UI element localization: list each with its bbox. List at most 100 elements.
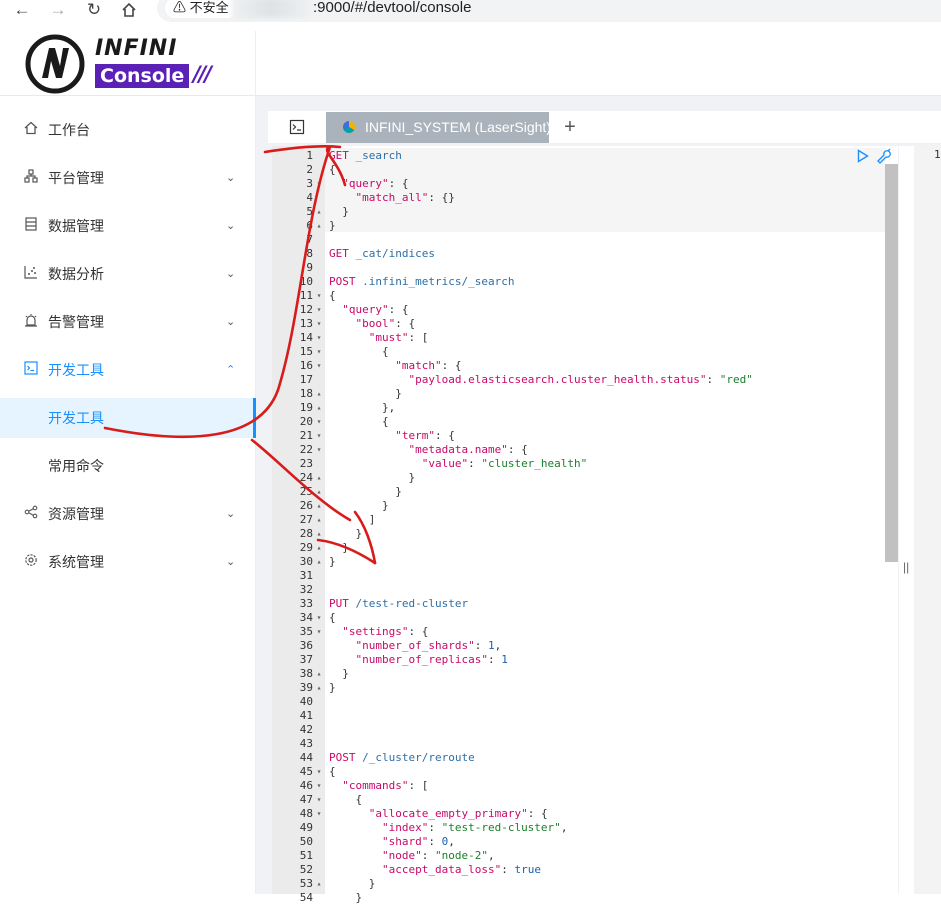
fold-toggle-icon[interactable]: ▾	[314, 331, 324, 345]
code-line[interactable]: 39 ▴}	[272, 681, 882, 695]
fold-toggle-icon[interactable]: ▾	[314, 303, 324, 317]
code-line[interactable]: 31	[272, 569, 882, 583]
fold-toggle-icon[interactable]: ▾	[314, 177, 324, 191]
code-line[interactable]: 47 ▾ {	[272, 793, 882, 807]
code-line[interactable]: 5 ▴ }	[272, 205, 882, 219]
back-arrow-icon[interactable]: ←	[12, 0, 32, 20]
fold-toggle-icon[interactable]: ▴	[314, 541, 324, 555]
code-line[interactable]: 50 "shard": 0,	[272, 835, 882, 849]
code-line[interactable]: 33 PUT /test-red-cluster	[272, 597, 882, 611]
fold-toggle-icon[interactable]: ▴	[314, 387, 324, 401]
pane-splitter[interactable]	[899, 146, 914, 894]
code-line[interactable]: 23 "value": "cluster_health"	[272, 457, 882, 471]
code-line[interactable]: 8 GET _cat/indices	[272, 247, 882, 261]
code-line[interactable]: 35 ▾ "settings": {	[272, 625, 882, 639]
fold-toggle-icon[interactable]: ▴	[314, 401, 324, 415]
sidebar-item-analysis[interactable]: 数据分析 ⌄	[0, 250, 255, 298]
sidebar-item-devtools[interactable]: 开发工具 ⌃	[0, 346, 255, 394]
code-line[interactable]: 40	[272, 695, 882, 709]
sidebar-item-system[interactable]: 系统管理 ⌄	[0, 538, 255, 586]
code-line[interactable]: 13 ▾ "bool": {	[272, 317, 882, 331]
code-line[interactable]: 34 ▾ {	[272, 611, 882, 625]
fold-toggle-icon[interactable]: ▾	[314, 779, 324, 793]
fold-toggle-icon[interactable]: ▾	[314, 359, 324, 373]
sidebar-subitem-devtools[interactable]: 开发工具	[0, 398, 256, 438]
code-line[interactable]: 53 ▴ }	[272, 877, 882, 891]
fold-toggle-icon[interactable]: ▾	[314, 345, 324, 359]
code-line[interactable]: 20 ▾ {	[272, 415, 882, 429]
fold-toggle-icon[interactable]: ▾	[314, 429, 324, 443]
code-line[interactable]: 3 ▾ "query": {	[272, 177, 882, 191]
code-line[interactable]: 45 ▾ {	[272, 765, 882, 779]
code-line[interactable]: 41	[272, 709, 882, 723]
code-line[interactable]: 21 ▾ "term": {	[272, 429, 882, 443]
fold-toggle-icon[interactable]: ▴	[314, 667, 324, 681]
code-line[interactable]: 44 POST /_cluster/reroute	[272, 751, 882, 765]
code-line[interactable]: 26 ▴ }	[272, 499, 882, 513]
code-line[interactable]: 43	[272, 737, 882, 751]
fold-toggle-icon[interactable]: ▾	[314, 625, 324, 639]
code-line[interactable]: 15 ▾ {	[272, 345, 882, 359]
logo[interactable]: INFINI Console ///	[0, 31, 256, 95]
code-line[interactable]: 38 ▴ }	[272, 667, 882, 681]
splitter-handle[interactable]: ||	[903, 560, 909, 574]
code-line[interactable]: 16 ▾ "match": {	[272, 359, 882, 373]
code-line[interactable]: 28 ▴ }	[272, 527, 882, 541]
console-icon[interactable]	[285, 115, 309, 139]
code-line[interactable]: 11 ▾ {	[272, 289, 882, 303]
play-icon[interactable]	[857, 149, 871, 163]
sidebar-item-resources[interactable]: 资源管理 ⌄	[0, 490, 255, 538]
fold-toggle-icon[interactable]: ▾	[314, 807, 324, 821]
code-line[interactable]: 7	[272, 233, 882, 247]
code-line[interactable]: 19 ▴ },	[272, 401, 882, 415]
fold-toggle-icon[interactable]: ▴	[314, 205, 324, 219]
fold-toggle-icon[interactable]: ▾	[314, 443, 324, 457]
security-chip[interactable]: ⚠ 不安全	[165, 0, 237, 18]
fold-toggle-icon[interactable]: ▾	[314, 765, 324, 779]
code-line[interactable]: 30 ▴}	[272, 555, 882, 569]
fold-toggle-icon[interactable]: ▴	[314, 219, 324, 233]
code-line[interactable]: 27 ▴ ]	[272, 513, 882, 527]
code-line[interactable]: 42	[272, 723, 882, 737]
code-line[interactable]: 4 "match_all": {}	[272, 191, 882, 205]
fold-toggle-icon[interactable]: ▴	[314, 555, 324, 569]
code-line[interactable]: 14 ▾ "must": [	[272, 331, 882, 345]
code-line[interactable]: 32	[272, 583, 882, 597]
fold-toggle-icon[interactable]: ▴	[314, 499, 324, 513]
sidebar-item-alerting[interactable]: 告警管理 ⌄	[0, 298, 255, 346]
sidebar-item-data[interactable]: 数据管理 ⌄	[0, 202, 255, 250]
code-line[interactable]: 36 "number_of_shards": 1,	[272, 639, 882, 653]
code-line[interactable]: 48 ▾ "allocate_empty_primary": {	[272, 807, 882, 821]
code-line[interactable]: 10 POST .infini_metrics/_search	[272, 275, 882, 289]
fold-toggle-icon[interactable]: ▴	[314, 877, 324, 891]
fold-toggle-icon[interactable]: ▾	[314, 415, 324, 429]
sidebar-item-workbench[interactable]: 工作台	[0, 106, 255, 154]
fold-toggle-icon[interactable]: ▾	[314, 793, 324, 807]
sidebar-item-platform[interactable]: 平台管理 ⌄	[0, 154, 255, 202]
code-line[interactable]: 12 ▾ "query": {	[272, 303, 882, 317]
fold-toggle-icon[interactable]: ▴	[314, 485, 324, 499]
code-line[interactable]: 9	[272, 261, 882, 275]
code-line[interactable]: 24 ▴ }	[272, 471, 882, 485]
code-line[interactable]: 17 "payload.elasticsearch.cluster_health…	[272, 373, 882, 387]
cluster-tab[interactable]: INFINI_SYSTEM (LaserSight)	[326, 112, 551, 143]
add-tab-button[interactable]: +	[560, 112, 580, 143]
code-line[interactable]: 6 ▴}	[272, 219, 882, 233]
code-line[interactable]: 49 "index": "test-red-cluster",	[272, 821, 882, 835]
code-line[interactable]: 54 }	[272, 891, 882, 905]
code-line[interactable]: 51 "node": "node-2",	[272, 849, 882, 863]
code-line[interactable]: 46 ▾ "commands": [	[272, 779, 882, 793]
code-line[interactable]: 18 ▴ }	[272, 387, 882, 401]
fold-toggle-icon[interactable]: ▾	[314, 317, 324, 331]
code-line[interactable]: 37 "number_of_replicas": 1	[272, 653, 882, 667]
fold-toggle-icon[interactable]: ▴	[314, 513, 324, 527]
sidebar-subitem-commands[interactable]: 常用命令	[0, 446, 255, 486]
home-icon[interactable]	[119, 0, 139, 20]
code-line[interactable]: 29 ▴ }	[272, 541, 882, 555]
editor-scrollbar-thumb[interactable]	[885, 164, 898, 562]
url-text[interactable]: :9000/#/devtool/console	[313, 0, 471, 18]
code-line[interactable]: 52 "accept_data_loss": true	[272, 863, 882, 877]
fold-toggle-icon[interactable]: ▴	[314, 681, 324, 695]
fold-toggle-icon[interactable]: ▾	[314, 611, 324, 625]
fold-toggle-icon[interactable]: ▴	[314, 527, 324, 541]
